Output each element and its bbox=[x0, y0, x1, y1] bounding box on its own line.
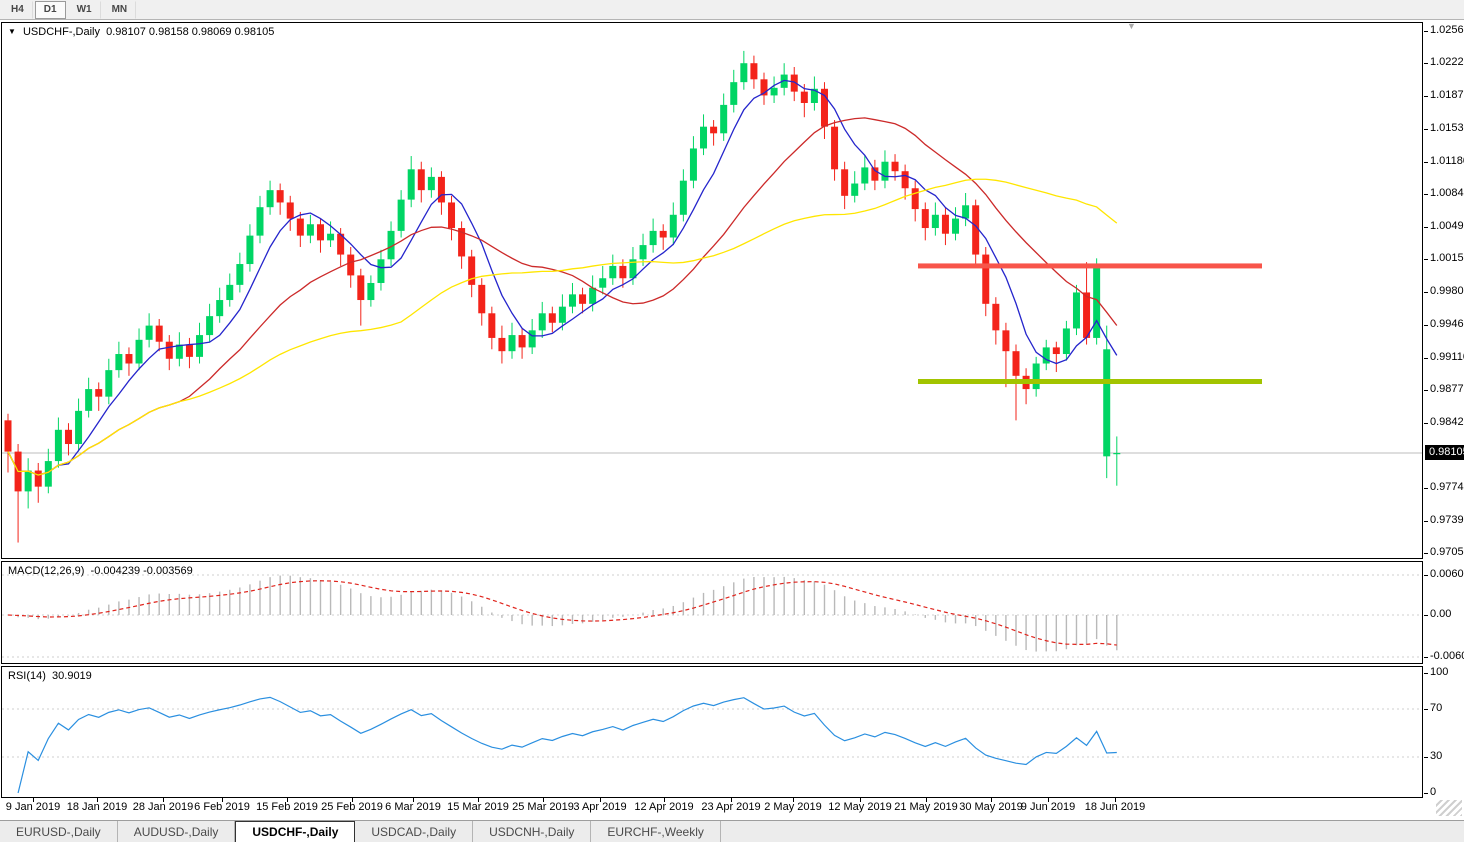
price-tick: 1.00150 bbox=[1430, 252, 1464, 264]
macd-tick: 0.006058 bbox=[1430, 568, 1464, 580]
price-tick: 1.01530 bbox=[1430, 122, 1464, 134]
date-label: 2 May 2019 bbox=[764, 801, 821, 813]
candlestick-chart[interactable] bbox=[2, 23, 1422, 558]
rsi-panel[interactable]: RSI(14) 30.9019 bbox=[1, 666, 1423, 798]
date-label: 21 May 2019 bbox=[894, 801, 958, 813]
date-label: 6 Feb 2019 bbox=[194, 801, 250, 813]
date-label: 15 Feb 2019 bbox=[256, 801, 318, 813]
date-label: 23 Apr 2019 bbox=[701, 801, 760, 813]
chart-tab-eurchfweekly[interactable]: EURCHF-,Weekly bbox=[591, 821, 720, 842]
chart-tabbar: EURUSD-,DailyAUDUSD-,DailyUSDCHF-,DailyU… bbox=[0, 820, 1464, 842]
chart-tab-usdchfdaily[interactable]: USDCHF-,Daily bbox=[235, 821, 355, 842]
date-axis[interactable]: 9 Jan 2019 18 Jan 2019 28 Jan 20196 Feb 20… bbox=[0, 798, 1464, 820]
rsi-tick: 70 bbox=[1430, 702, 1442, 714]
rsi-tick: 0 bbox=[1430, 786, 1436, 798]
date-label: 25 Mar 2019 bbox=[512, 801, 574, 813]
price-tick: 0.97390 bbox=[1430, 514, 1464, 526]
rsi-label: RSI(14) 30.9019 bbox=[8, 670, 92, 682]
rsi-tick: 100 bbox=[1430, 666, 1448, 678]
period-button-h4[interactable]: H4 bbox=[2, 1, 33, 19]
chart-title-quote: 0.98107 0.98158 0.98069 0.98105 bbox=[106, 26, 274, 38]
macd-tick: -0.006096 bbox=[1430, 650, 1464, 662]
date-label: 28 Jan 2019 bbox=[133, 801, 194, 813]
rsi-tick: 30 bbox=[1430, 750, 1442, 762]
period-button-mn[interactable]: MN bbox=[103, 1, 137, 19]
date-label: 12 Apr 2019 bbox=[634, 801, 693, 813]
price-tick: 1.00840 bbox=[1430, 187, 1464, 199]
date-label: 9 Jun 2019 bbox=[1021, 801, 1075, 813]
date-label: 30 May 2019 bbox=[959, 801, 1023, 813]
date-label: 15 Mar 2019 bbox=[447, 801, 509, 813]
chart-tab-usdcnhdaily[interactable]: USDCNH-,Daily bbox=[473, 821, 591, 842]
date-label: 3 Apr 2019 bbox=[573, 801, 626, 813]
period-button-d1[interactable]: D1 bbox=[35, 1, 66, 19]
price-tick: 1.02220 bbox=[1430, 56, 1464, 68]
date-label: 6 Mar 2019 bbox=[385, 801, 441, 813]
macd-chart bbox=[2, 562, 1422, 663]
price-tick: 0.97740 bbox=[1430, 481, 1464, 493]
chart-title: ▼ USDCHF-,Daily 0.98107 0.98158 0.98069 … bbox=[8, 26, 274, 38]
price-tick: 0.97050 bbox=[1430, 546, 1464, 558]
date-label: 9 Jan 2019 bbox=[6, 801, 60, 813]
rsi-value: 30.9019 bbox=[52, 670, 92, 682]
price-tick: 1.00490 bbox=[1430, 220, 1464, 232]
chart-tab-audusddaily[interactable]: AUDUSD-,Daily bbox=[118, 821, 236, 842]
mt4-window: { "toolbar": { "periods": [ {"label": "H… bbox=[0, 0, 1464, 842]
main-chart-panel[interactable]: ▼ USDCHF-,Daily 0.98107 0.98158 0.98069 … bbox=[1, 22, 1423, 559]
date-label: 25 Feb 2019 bbox=[321, 801, 383, 813]
chart-tab-usdcaddaily[interactable]: USDCAD-,Daily bbox=[355, 821, 473, 842]
price-tick: 0.99110 bbox=[1430, 351, 1464, 363]
price-tick: 0.99800 bbox=[1430, 285, 1464, 297]
date-label: 18 Jan 2019 bbox=[67, 801, 128, 813]
macd-name: MACD(12,26,9) bbox=[8, 565, 84, 577]
scroll-grip[interactable] bbox=[1436, 800, 1462, 816]
current-price-badge: 0.98105 bbox=[1425, 445, 1464, 460]
macd-tick: 0.00 bbox=[1430, 608, 1451, 620]
price-tick: 0.99460 bbox=[1430, 318, 1464, 330]
chart-tab-eurusddaily[interactable]: EURUSD-,Daily bbox=[0, 821, 118, 842]
macd-label: MACD(12,26,9) -0.004239 -0.003569 bbox=[8, 565, 193, 577]
period-button-w1[interactable]: W1 bbox=[68, 1, 101, 19]
macd-values: -0.004239 -0.003569 bbox=[91, 565, 193, 577]
rsi-name: RSI(14) bbox=[8, 670, 46, 682]
price-tick: 0.98770 bbox=[1430, 383, 1464, 395]
price-tick: 0.98420 bbox=[1430, 416, 1464, 428]
rsi-chart bbox=[2, 667, 1422, 797]
macd-panel[interactable]: MACD(12,26,9) -0.004239 -0.003569 bbox=[1, 561, 1423, 664]
price-tick: 1.01870 bbox=[1430, 89, 1464, 101]
date-label: 12 May 2019 bbox=[828, 801, 892, 813]
chart-end-marker-icon[interactable]: ▼ bbox=[1127, 21, 1136, 31]
symbol-dropdown-icon[interactable]: ▼ bbox=[8, 27, 16, 36]
chart-title-symbol: USDCHF-,Daily bbox=[23, 26, 100, 38]
period-toolbar: H4D1W1MN bbox=[0, 0, 1464, 20]
price-tick: 1.02560 bbox=[1430, 24, 1464, 36]
price-tick: 1.01180 bbox=[1430, 155, 1464, 167]
date-label: 18 Jun 2019 bbox=[1085, 801, 1146, 813]
